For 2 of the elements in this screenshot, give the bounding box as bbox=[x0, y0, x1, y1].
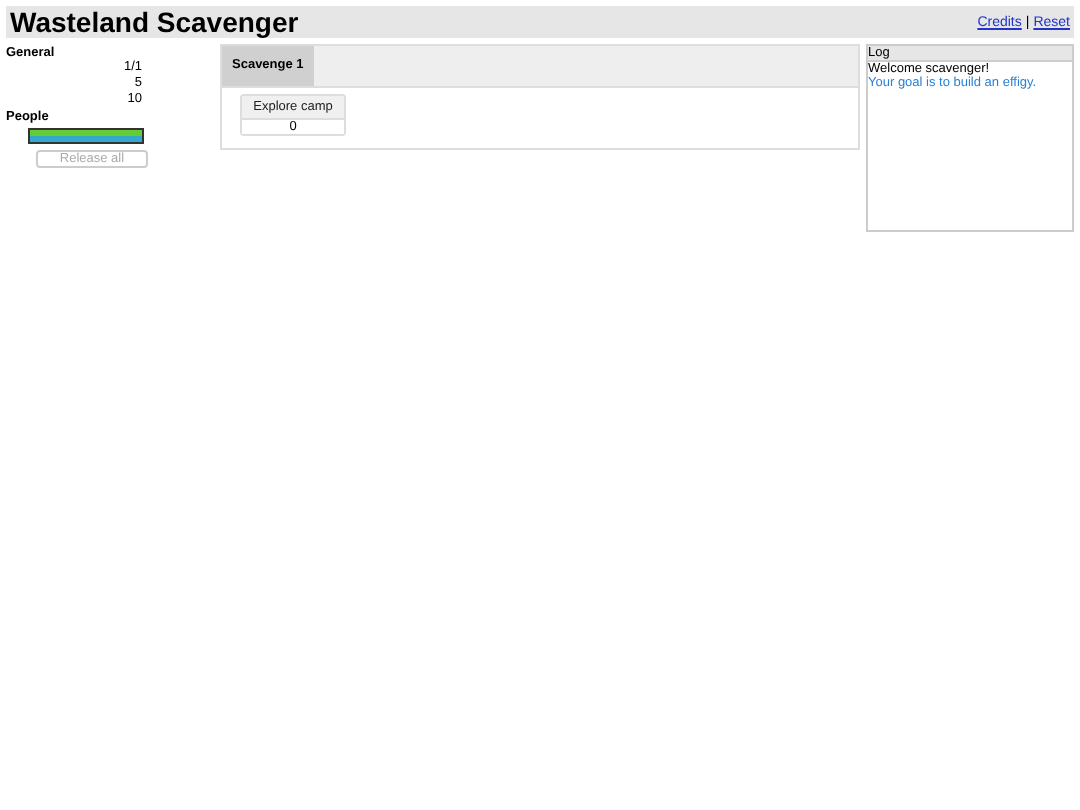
people-bar bbox=[28, 128, 144, 144]
game-title: Wasteland Scavenger bbox=[10, 6, 299, 38]
